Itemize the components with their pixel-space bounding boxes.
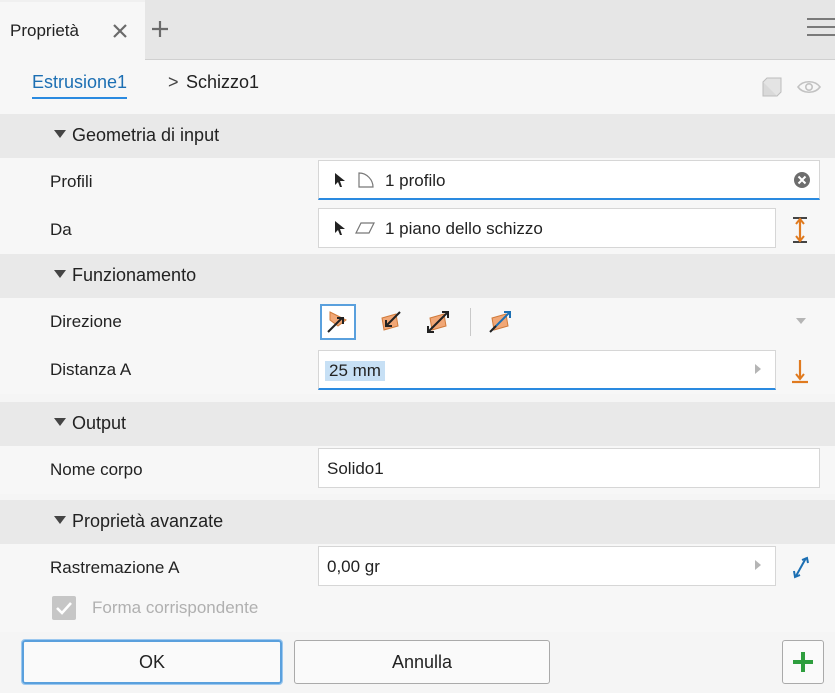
select-arrow-icon	[335, 221, 345, 235]
add-tab-icon[interactable]	[150, 19, 170, 39]
section-title: Output	[72, 413, 127, 433]
row-distance: Distanza A 25 mm	[0, 346, 835, 394]
direction-asymmetric-button[interactable]	[482, 304, 518, 340]
select-arrow-icon	[335, 173, 345, 187]
clear-icon[interactable]	[793, 171, 811, 189]
distance-value[interactable]: 25 mm	[325, 361, 385, 381]
section-input-geometry[interactable]: Geometria di input	[0, 114, 835, 158]
from-label: Da	[50, 220, 72, 239]
taper-value: 0,00 gr	[327, 557, 380, 576]
direction-asymmetric-icon	[489, 311, 511, 333]
direction-symmetric-button[interactable]	[420, 304, 456, 340]
cancel-button[interactable]: Annulla	[294, 640, 550, 684]
tab-properties[interactable]: Proprietà	[0, 0, 145, 60]
properties-panel: Proprietà Estrusione1 > Schizzo1 Geometr…	[0, 0, 835, 693]
close-icon[interactable]	[110, 21, 130, 41]
collapse-icon	[54, 130, 66, 138]
apply-plus-button[interactable]	[782, 640, 824, 684]
visibility-icon[interactable]	[797, 79, 821, 95]
from-value: 1 piano dello schizzo	[385, 219, 543, 238]
row-body-name: Nome corpo Solido1	[0, 446, 835, 494]
profiles-selector[interactable]: 1 profilo	[318, 160, 820, 200]
row-taper: Rastremazione A 0,00 gr	[0, 544, 835, 592]
breadcrumb-separator: >	[168, 72, 179, 92]
tab-title: Proprietà	[10, 21, 79, 40]
match-shape-checkbox[interactable]	[52, 596, 76, 620]
expand-arrow-icon[interactable]	[755, 560, 761, 570]
section-output[interactable]: Output	[0, 402, 835, 446]
body-name-input[interactable]: Solido1	[318, 448, 820, 488]
direction-divider	[470, 308, 471, 336]
profiles-value: 1 profilo	[385, 171, 446, 190]
flip-icon[interactable]	[790, 216, 810, 244]
taper-flip-icon[interactable]	[790, 556, 812, 580]
collapse-icon	[54, 270, 66, 278]
section-advanced[interactable]: Proprietà avanzate	[0, 500, 835, 544]
breadcrumb-feature[interactable]: Estrusione1	[32, 72, 128, 99]
from-selector[interactable]: 1 piano dello schizzo	[318, 208, 776, 248]
distance-label: Distanza A	[50, 360, 132, 379]
apply-plus-icon	[793, 652, 813, 672]
match-shape-label: Forma corrispondente	[92, 598, 259, 617]
body-name-label: Nome corpo	[50, 460, 143, 479]
section-title: Proprietà avanzate	[72, 511, 224, 531]
direction-default-icon	[327, 311, 347, 333]
distance-direction-icon[interactable]	[790, 358, 810, 384]
plane-icon	[355, 222, 375, 234]
row-profiles: Profili 1 profilo	[0, 158, 835, 206]
direction-symmetric-icon	[427, 311, 449, 333]
collapse-icon	[54, 516, 66, 524]
view-cube-icon[interactable]	[761, 76, 783, 98]
taper-label: Rastremazione A	[50, 558, 180, 577]
body-name-value: Solido1	[327, 459, 384, 478]
dropdown-icon[interactable]	[796, 318, 806, 326]
tab-bar: Proprietà	[0, 0, 835, 60]
direction-default-button[interactable]	[320, 304, 356, 340]
distance-input[interactable]: 25 mm	[318, 350, 776, 390]
breadcrumb-sketch[interactable]: Schizzo1	[186, 72, 259, 93]
section-title: Funzionamento	[72, 265, 197, 285]
direction-label: Direzione	[50, 312, 122, 331]
checkbox-icon	[56, 602, 72, 615]
section-operation[interactable]: Funzionamento	[0, 254, 835, 298]
section-title: Geometria di input	[72, 125, 220, 145]
ok-button[interactable]: OK	[21, 639, 283, 685]
profile-icon	[358, 172, 374, 188]
direction-flipped-icon	[381, 311, 401, 331]
row-direction: Direzione	[0, 298, 835, 346]
collapse-icon	[54, 418, 66, 426]
taper-input[interactable]: 0,00 gr	[318, 546, 776, 586]
expand-arrow-icon[interactable]	[755, 364, 761, 374]
menu-icon[interactable]	[807, 18, 835, 42]
direction-flipped-button[interactable]	[372, 304, 408, 340]
breadcrumb: Estrusione1 > Schizzo1	[0, 60, 835, 114]
profiles-label: Profili	[50, 172, 93, 191]
row-from: Da 1 piano dello schizzo	[0, 206, 835, 254]
